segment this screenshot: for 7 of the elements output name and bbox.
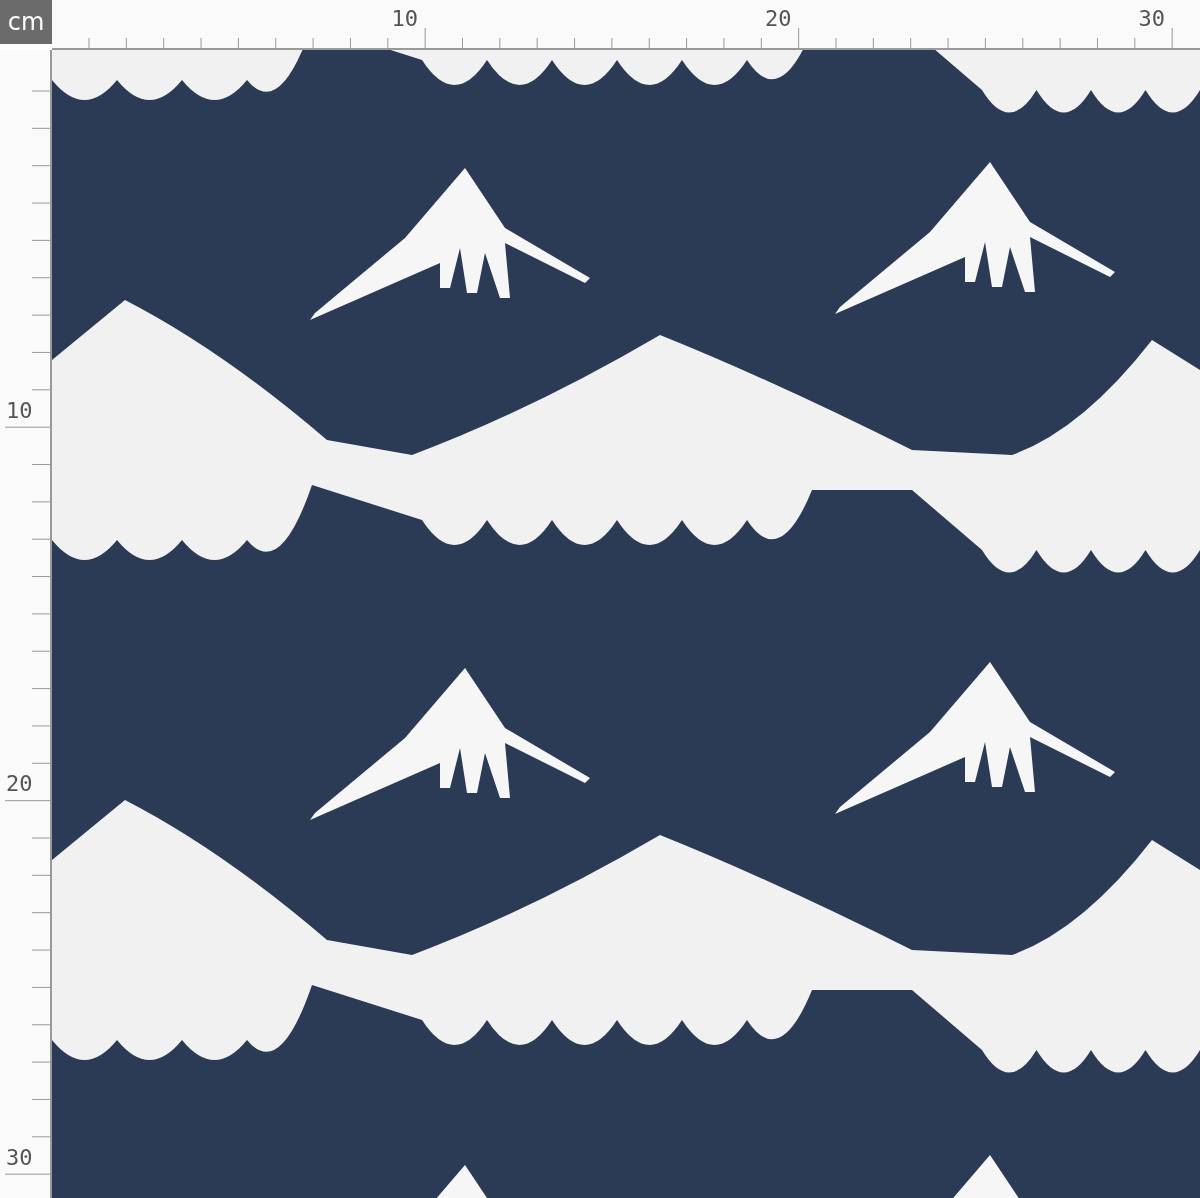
unit-badge: cm <box>0 0 52 44</box>
ruler-label: 20 <box>765 8 792 30</box>
ruler-label: 30 <box>1138 8 1165 30</box>
ruler-label: 10 <box>391 8 418 30</box>
ruler-label: 10 <box>6 399 33 422</box>
ruler-label: 30 <box>6 1146 33 1169</box>
ruler-label: 20 <box>6 773 33 795</box>
